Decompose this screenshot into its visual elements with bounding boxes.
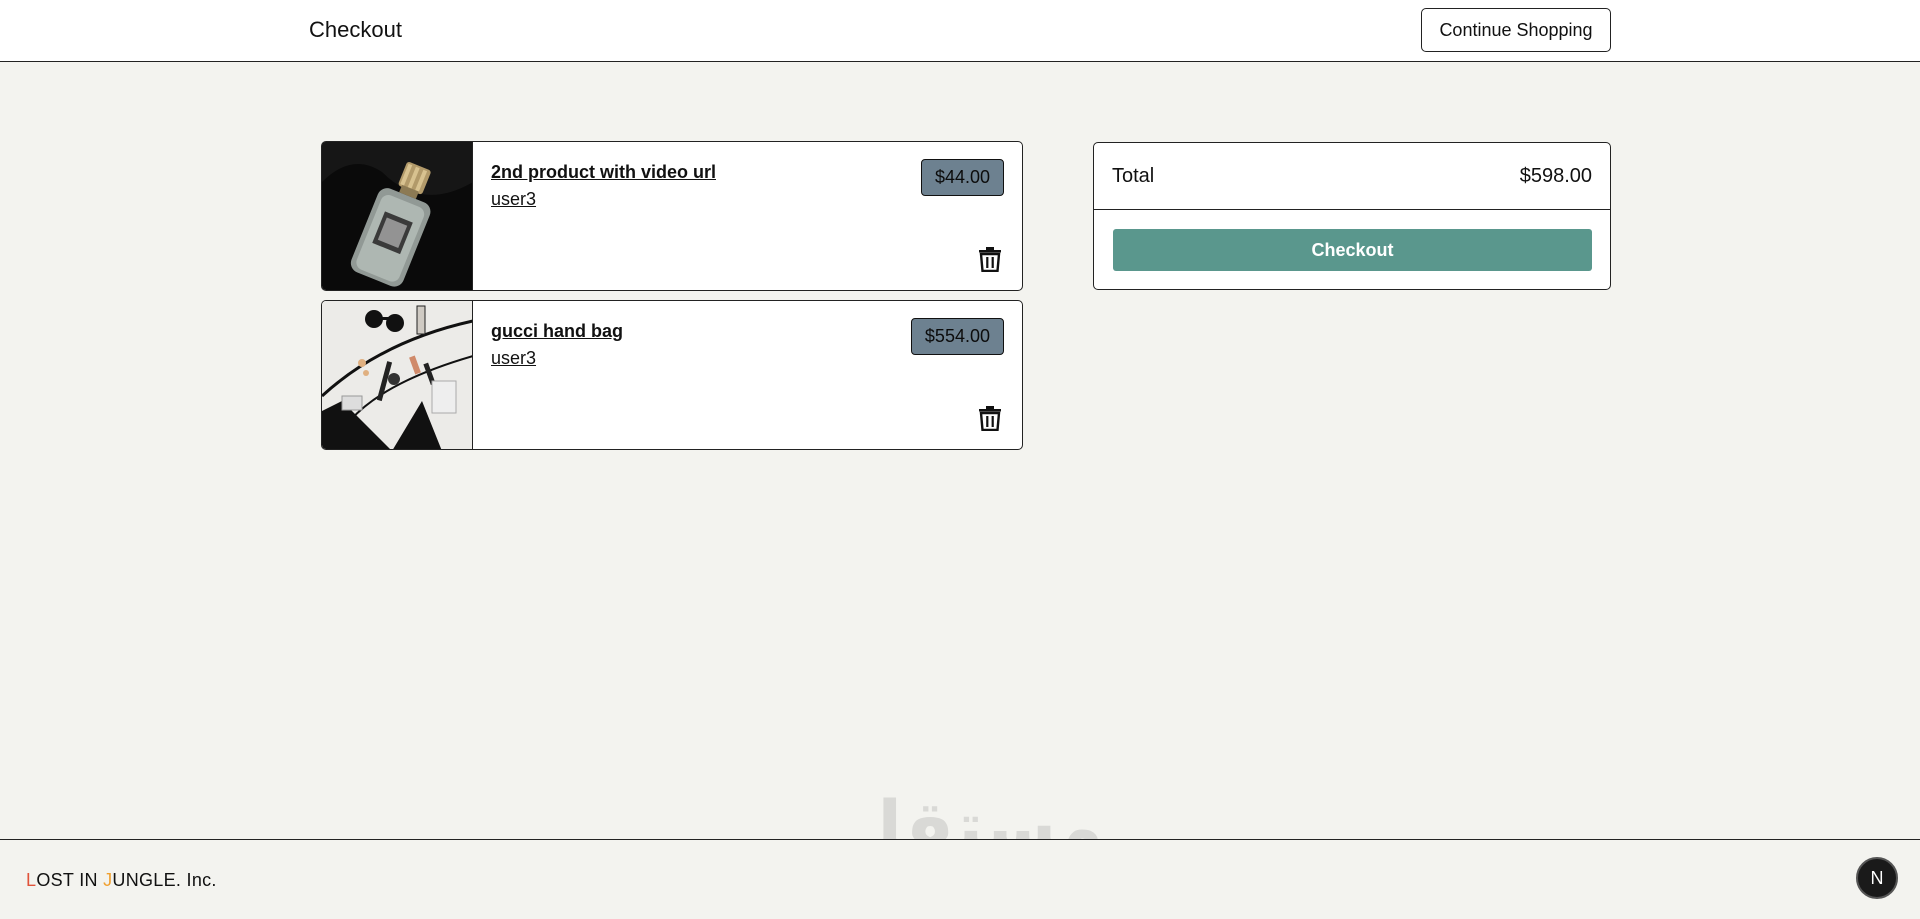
footer: LOST IN JUNGLE. Inc. xyxy=(0,839,1920,919)
seller-link[interactable]: user3 xyxy=(491,189,536,210)
total-label: Total xyxy=(1112,165,1155,187)
continue-shopping-button[interactable]: Continue Shopping xyxy=(1421,8,1611,52)
brand-letter-j: J xyxy=(103,870,113,890)
trash-icon xyxy=(979,247,1001,272)
cart-item: 2nd product with video url user3 $44.00 xyxy=(321,141,1023,291)
perfume-bottle-image xyxy=(322,142,472,290)
trash-icon xyxy=(979,406,1001,431)
remove-item-button[interactable] xyxy=(976,403,1004,433)
product-name-link[interactable]: 2nd product with video url xyxy=(491,162,716,183)
brand-text-part: OST IN xyxy=(36,870,104,890)
remove-item-button[interactable] xyxy=(976,244,1004,274)
brand-letter-l: L xyxy=(26,870,37,890)
brand-text-rest: UNGLE. Inc. xyxy=(112,870,217,890)
product-image-perfume[interactable] xyxy=(322,142,473,290)
cart-item: gucci hand bag user3 $554.00 xyxy=(321,300,1023,450)
product-image-handbag[interactable] xyxy=(322,301,473,449)
price-badge: $44.00 xyxy=(920,159,1004,196)
top-header: Checkout Continue Shopping xyxy=(0,0,1920,62)
price-badge: $554.00 xyxy=(910,318,1004,355)
handbag-flatlay-image xyxy=(322,301,472,449)
total-row: Total $598.00 xyxy=(1094,143,1610,210)
order-summary: Total $598.00 Checkout xyxy=(1093,142,1611,290)
product-name-link[interactable]: gucci hand bag xyxy=(491,321,623,342)
total-value: $598.00 xyxy=(1519,165,1592,187)
brand-logo-text: LOST IN JUNGLE. Inc. xyxy=(26,870,217,891)
page-title: Checkout xyxy=(309,17,402,42)
seller-link[interactable]: user3 xyxy=(491,348,536,369)
nextjs-dev-badge[interactable]: N xyxy=(1856,857,1898,899)
checkout-button[interactable]: Checkout xyxy=(1113,229,1592,271)
